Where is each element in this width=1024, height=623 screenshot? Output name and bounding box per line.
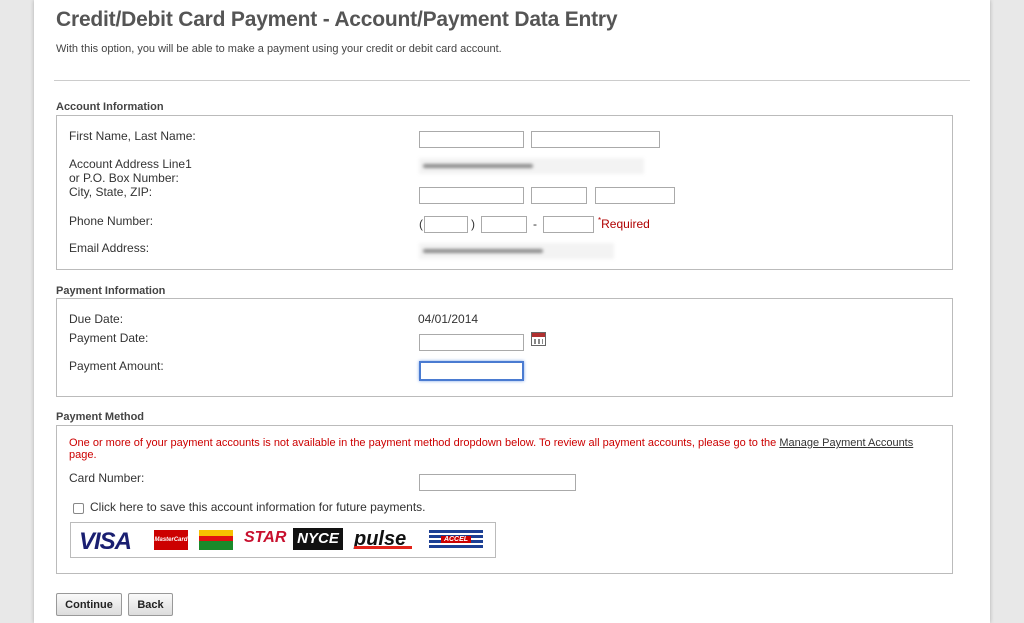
- method-section-label: Payment Method: [56, 411, 145, 423]
- address-label-line1: Account Address Line1: [69, 157, 192, 171]
- nyce-logo: NYCE: [293, 528, 343, 550]
- payment-accounts-warning: One or more of your payment accounts is …: [69, 437, 914, 461]
- back-button[interactable]: Back: [128, 593, 173, 616]
- manage-payment-accounts-link[interactable]: Manage Payment Accounts: [779, 437, 913, 449]
- phone-paren-open: (: [419, 217, 423, 231]
- phone-label: Phone Number:: [69, 214, 154, 228]
- pulse-logo: pulse: [354, 528, 413, 550]
- zip-input[interactable]: [595, 187, 675, 204]
- due-date-value: 04/01/2014: [418, 312, 479, 326]
- payment-date-label: Payment Date:: [69, 331, 149, 345]
- calendar-icon[interactable]: [531, 332, 546, 346]
- account-section-label: Account Information: [56, 101, 164, 113]
- page-title: Credit/Debit Card Payment - Account/Paym…: [56, 8, 618, 31]
- due-date-label: Due Date:: [69, 312, 124, 326]
- method-section: One or more of your payment accounts is …: [56, 425, 953, 574]
- continue-button[interactable]: Continue: [56, 593, 122, 616]
- phone-line-input[interactable]: [543, 216, 594, 233]
- save-account-checkbox[interactable]: [73, 503, 84, 514]
- phone-paren-close: ): [471, 217, 475, 231]
- address-label-line2: or P.O. Box Number:: [69, 171, 179, 185]
- state-input[interactable]: [531, 187, 587, 204]
- email-field-redacted[interactable]: [419, 243, 614, 259]
- required-indicator: *Required: [598, 216, 650, 231]
- mastercard-logo: MasterCard: [154, 530, 188, 550]
- quasi-cash-logo: [199, 530, 233, 550]
- payment-date-input[interactable]: [419, 334, 524, 351]
- address-field-redacted[interactable]: [419, 158, 644, 174]
- payment-section: Due Date: 04/01/2014 Payment Date: Payme…: [56, 298, 953, 397]
- card-number-label: Card Number:: [69, 471, 145, 485]
- phone-prefix-input[interactable]: [481, 216, 527, 233]
- page-intro: With this option, you will be able to ma…: [56, 43, 502, 55]
- card-network-logos: VISA MasterCard STAR NYCE pulse ACCEL: [70, 522, 496, 558]
- payment-amount-label: Payment Amount:: [69, 359, 164, 373]
- accel-logo: ACCEL: [429, 530, 483, 550]
- name-label: First Name, Last Name:: [69, 129, 196, 143]
- payment-amount-input[interactable]: [419, 361, 524, 381]
- last-name-input[interactable]: [531, 131, 660, 148]
- payment-page: Credit/Debit Card Payment - Account/Paym…: [34, 0, 990, 623]
- visa-logo: VISA: [79, 528, 132, 555]
- card-number-input[interactable]: [419, 474, 576, 491]
- save-account-label[interactable]: Click here to save this account informat…: [90, 500, 426, 514]
- email-label: Email Address:: [69, 241, 150, 255]
- city-state-zip-label: City, State, ZIP:: [69, 185, 153, 199]
- payment-section-label: Payment Information: [56, 285, 166, 297]
- account-section: First Name, Last Name: Account Address L…: [56, 115, 953, 270]
- phone-dash: -: [533, 217, 537, 231]
- city-input[interactable]: [419, 187, 524, 204]
- first-name-input[interactable]: [419, 131, 524, 148]
- divider: [54, 80, 970, 81]
- star-logo: STAR: [244, 529, 287, 546]
- phone-area-code-input[interactable]: [424, 216, 468, 233]
